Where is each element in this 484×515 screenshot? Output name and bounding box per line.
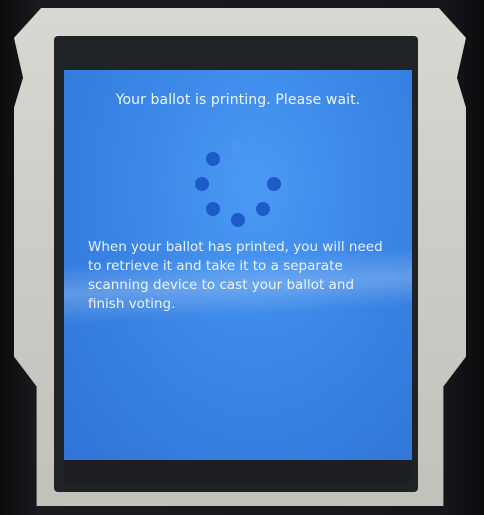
voting-instructions-text: When your ballot has printed, you will n… <box>88 239 383 312</box>
voting-device-photo: Your ballot is printing. Please wait. Wh… <box>0 0 484 515</box>
spinner-dot <box>231 213 245 227</box>
spinner-dot <box>256 151 271 166</box>
spinner-dot <box>205 202 220 217</box>
spinner-dot <box>195 177 209 191</box>
screen-bottom-edge <box>64 460 412 482</box>
kiosk-screen: Your ballot is printing. Please wait. Wh… <box>64 70 412 460</box>
spinner-dot <box>231 141 245 155</box>
spinner-dot <box>256 202 271 217</box>
spinner-dot <box>267 177 281 191</box>
printing-status-message: Your ballot is printing. Please wait. <box>115 92 361 108</box>
spinner-dot <box>205 151 220 166</box>
loading-spinner-icon <box>188 134 288 234</box>
